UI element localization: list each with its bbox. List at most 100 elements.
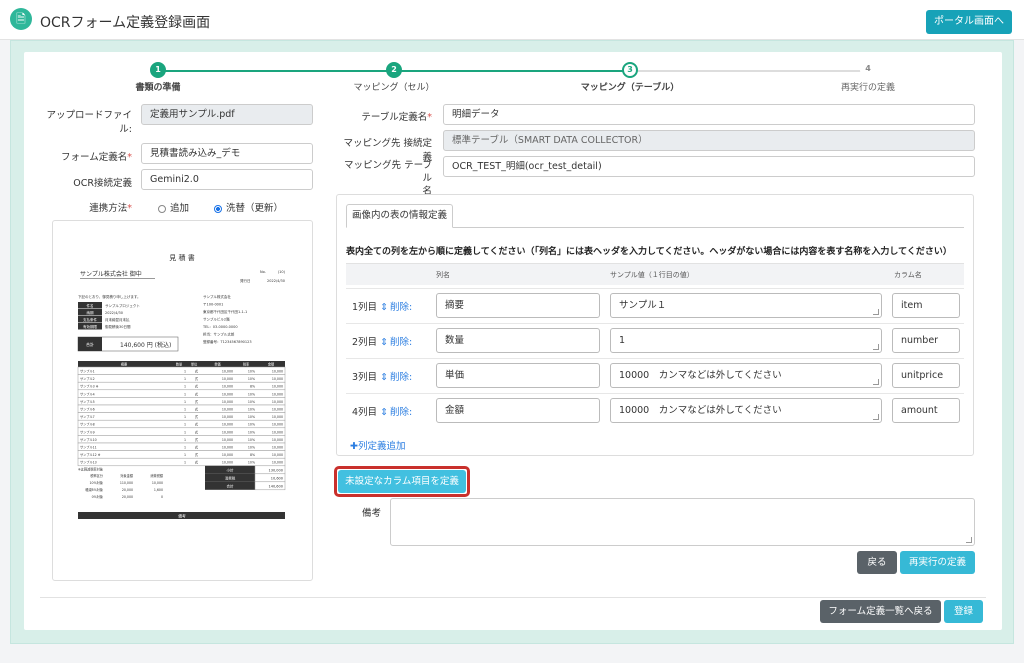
doc-table-cell: 10% <box>248 370 255 374</box>
doc-table-cell: サンプル12 ※ <box>80 452 101 457</box>
column-row: 2列目 ⇕ 削除: 数量 1 number <box>346 323 964 358</box>
column-name-input[interactable]: 摘要 <box>436 293 600 318</box>
doc-table-cell: 10,000 <box>222 408 233 412</box>
doc-table-cell: 8% <box>250 453 255 457</box>
doc-table-cell: 10% <box>248 392 255 396</box>
column-db-name-input[interactable]: item <box>892 293 960 318</box>
delete-column-link[interactable]: 削除: <box>390 299 412 313</box>
column-name-input[interactable]: 単価 <box>436 363 600 388</box>
ocr-select[interactable]: Gemini2.0 <box>141 169 313 190</box>
doc-table-cell: 10,000 <box>272 392 283 396</box>
doc-field-value: 2022/4/30 <box>105 311 123 315</box>
column-name-input[interactable]: 数量 <box>436 328 600 353</box>
resize-grip-icon[interactable] <box>873 379 879 385</box>
doc-company-line: サンプルビル2階 <box>203 317 230 322</box>
sample-value-textarea[interactable]: 10000 カンマなどは外してください <box>610 363 882 388</box>
doc-tax-cell: 10%対象 <box>90 480 104 485</box>
add-column-link[interactable]: ✚列定義追加 <box>350 438 405 452</box>
delete-column-link[interactable]: 削除: <box>390 369 412 383</box>
sort-arrows-icon[interactable]: ⇕ <box>380 407 388 418</box>
doc-table-header-cell: 単価 <box>214 362 221 367</box>
resize-grip-icon[interactable] <box>873 344 879 350</box>
doc-table-cell: 1 <box>184 430 186 434</box>
doc-table-header-cell: 摘要 <box>121 362 128 367</box>
column-db-name-input[interactable]: number <box>892 328 960 353</box>
doc-table-cell: 10,000 <box>272 400 283 404</box>
table-def-label: テーブル定義名* <box>361 112 432 123</box>
step-1-dot[interactable]: 1 <box>150 62 166 78</box>
resize-grip-icon[interactable] <box>966 537 972 543</box>
sample-value-textarea[interactable]: 1 <box>610 328 882 353</box>
doc-tax-cell: 110,000 <box>120 481 133 485</box>
step-2-dot[interactable]: 2 <box>386 62 402 78</box>
table-def-input[interactable]: 明細データ <box>443 104 975 125</box>
doc-table-header-cell: 数量 <box>176 362 183 367</box>
doc-table-cell: サンプル7 <box>80 414 95 419</box>
doc-table-cell: 1 <box>184 446 186 450</box>
back-to-list-button[interactable]: フォーム定義一覧へ戻る <box>820 600 941 623</box>
doc-table-cell: 1 <box>184 400 186 404</box>
sort-arrows-icon[interactable]: ⇕ <box>380 337 388 348</box>
doc-table-cell: 10,000 <box>272 370 283 374</box>
delete-column-link[interactable]: 削除: <box>390 334 412 348</box>
radio-add-circle[interactable] <box>158 204 166 213</box>
step-3-dot[interactable]: 3 <box>622 62 638 78</box>
doc-table-cell: 10,000 <box>222 392 233 396</box>
doc-table-cell: 10% <box>248 438 255 442</box>
document-icon: 🗎 <box>10 8 32 30</box>
column-db-name-input[interactable]: amount <box>892 398 960 423</box>
sort-arrows-icon[interactable]: ⇕ <box>380 302 388 313</box>
resize-grip-icon[interactable] <box>873 414 879 420</box>
app-title: OCRフォーム定義登録画面 <box>40 15 211 31</box>
doc-table-cell: 10,000 <box>272 438 283 442</box>
radio-replace-circle[interactable] <box>214 204 222 213</box>
sort-arrows-icon[interactable]: ⇕ <box>380 372 388 383</box>
doc-table-cell: サンプル8 <box>80 422 95 427</box>
define-unset-columns-button[interactable]: 未設定なカラム項目を定義 <box>338 470 466 493</box>
mapping-conn-field[interactable]: 標準テーブル（SMART DATA COLLECTOR） <box>443 130 975 151</box>
column-name-input[interactable]: 金額 <box>436 398 600 423</box>
doc-table-cell: 1 <box>184 370 186 374</box>
doc-table-cell: サンプル3 ※ <box>80 384 99 389</box>
form-name-label: フォーム定義名* <box>61 152 132 163</box>
doc-table-cell: 1 <box>184 461 186 465</box>
step-4-dot[interactable]: 4 <box>860 62 876 78</box>
sample-value-textarea[interactable]: 10000 カンマなどは外してください <box>610 398 882 423</box>
form-name-input[interactable]: 見積書読み込み_デモ <box>141 143 313 164</box>
doc-table-cell: 10% <box>248 430 255 434</box>
portal-button[interactable]: ポータル画面へ <box>926 10 1012 34</box>
doc-table-cell: 10% <box>248 461 255 465</box>
sample-value-textarea[interactable]: サンプル１ <box>610 293 882 318</box>
radio-add[interactable]: 追加 <box>158 200 189 214</box>
delete-column-link[interactable]: 削除: <box>390 404 412 418</box>
radio-replace[interactable]: 洗替（更新） <box>214 200 283 214</box>
upload-file-field[interactable]: 定義用サンプル.pdf <box>141 104 313 125</box>
column-index: 3列目 ⇕ <box>352 372 389 383</box>
tab-table-info[interactable]: 画像内の表の情報定義 <box>346 204 453 228</box>
doc-table-cell: サンプル5 <box>80 399 95 404</box>
doc-no-value: (10) <box>278 270 286 274</box>
doc-tax-cell: 消費税額 <box>150 473 164 478</box>
doc-table-cell: 10,000 <box>272 453 283 457</box>
mapping-table-select[interactable]: OCR_TEST_明細(ocr_test_detail) <box>443 156 975 177</box>
doc-field-key: 支払条件 <box>83 317 97 322</box>
remarks-textarea[interactable] <box>390 498 975 546</box>
column-db-name-input[interactable]: unitprice <box>892 363 960 388</box>
doc-table-cell: 10,000 <box>222 415 233 419</box>
step-line-2 <box>394 70 630 72</box>
register-button[interactable]: 登録 <box>944 600 983 623</box>
back-button[interactable]: 戻る <box>857 551 897 574</box>
resize-grip-icon[interactable] <box>873 309 879 315</box>
doc-table-cell: サンプル13 <box>80 460 97 465</box>
doc-table-cell: 1 <box>184 392 186 396</box>
doc-table-cell: 10,000 <box>222 453 233 457</box>
rerun-definition-button[interactable]: 再実行の定義 <box>900 551 975 574</box>
doc-summary-key: 合計 <box>227 484 234 489</box>
doc-table-cell: サンプル2 <box>80 376 95 381</box>
instruction-text: 表内全ての列を左から順に定義してください（「列名」には表ヘッダを入力してください… <box>346 247 952 257</box>
column-index: 1列目 ⇕ <box>352 302 389 313</box>
doc-summary-value: 130,000 <box>269 469 283 473</box>
doc-tax-note: ※は軽減税率対象 <box>78 466 104 471</box>
doc-company-line: 〒100-0001 <box>203 303 223 307</box>
doc-table-cell: 10% <box>248 408 255 412</box>
